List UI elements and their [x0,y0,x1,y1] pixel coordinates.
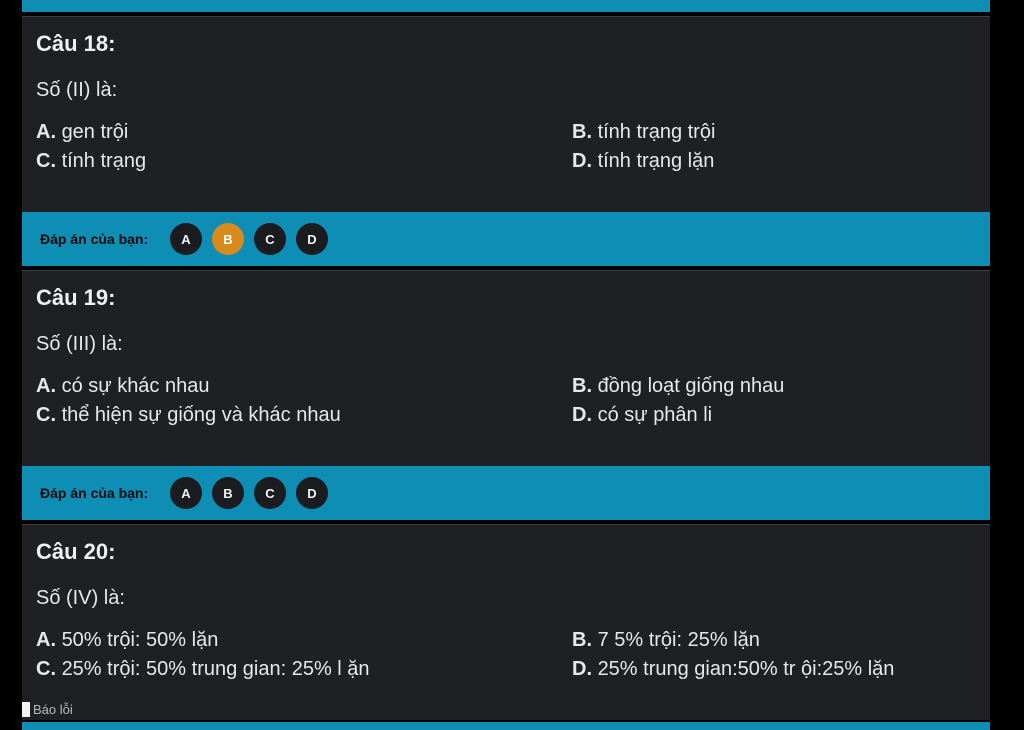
question-card-20: Câu 20: Số (IV) là: A. 50% trội: 50% lặn… [22,524,990,720]
option-a: A. 50% trội: 50% lặn [36,629,219,651]
answer-label: Đáp án của bạn: [40,485,149,501]
answer-choice-b[interactable]: B [212,477,244,509]
option-d: D. 25% trung gian:50% tr ội:25% lặn [572,658,895,680]
option-a: A. gen trội [36,121,129,143]
answer-label: Đáp án của bạn: [40,231,149,247]
question-title: Câu 18: [36,31,116,56]
answer-bar-19: Đáp án của bạn: A B C D [22,466,990,520]
option-b: B. đồng loạt giống nhau [572,375,785,397]
question-title: Câu 20: [36,539,116,564]
report-error-link[interactable]: Báo lỗi [22,702,73,717]
answer-choice-b[interactable]: B [212,223,244,255]
answer-choice-a[interactable]: A [170,223,202,255]
question-stem: Số (III) là: [36,333,123,355]
option-c: C. tính trạng [36,150,147,172]
answer-choice-d[interactable]: D [296,223,328,255]
question-title: Câu 19: [36,285,116,310]
question-card-19: Câu 19: Số (III) là: A. có sự khác nhau … [22,270,990,466]
answer-bar-18: Đáp án của bạn: A B C D [22,212,990,266]
question-stem: Số (IV) là: [36,587,125,609]
answer-choice-c[interactable]: C [254,477,286,509]
option-a: A. có sự khác nhau [36,375,210,397]
option-c: C. 25% trội: 50% trung gian: 25% l ặn [36,658,370,680]
answer-choice-d[interactable]: D [296,477,328,509]
question-card-18: Câu 18: Số (II) là: A. gen trội B. tính … [22,16,990,212]
answer-bar-top-partial [22,0,990,12]
flag-icon [22,702,30,717]
answer-bar-bottom-partial [22,722,990,730]
question-stem: Số (II) là: [36,79,118,101]
option-c: C. thể hiện sự giống và khác nhau [36,404,341,426]
option-d: D. có sự phân li [572,404,713,426]
answer-choice-c[interactable]: C [254,223,286,255]
report-label: Báo lỗi [33,702,73,717]
option-d: D. tính trạng lặn [572,150,715,172]
option-b: B. tính trạng trội [572,121,716,143]
option-b: B. 7 5% trội: 25% lặn [572,629,760,651]
answer-choice-a[interactable]: A [170,477,202,509]
